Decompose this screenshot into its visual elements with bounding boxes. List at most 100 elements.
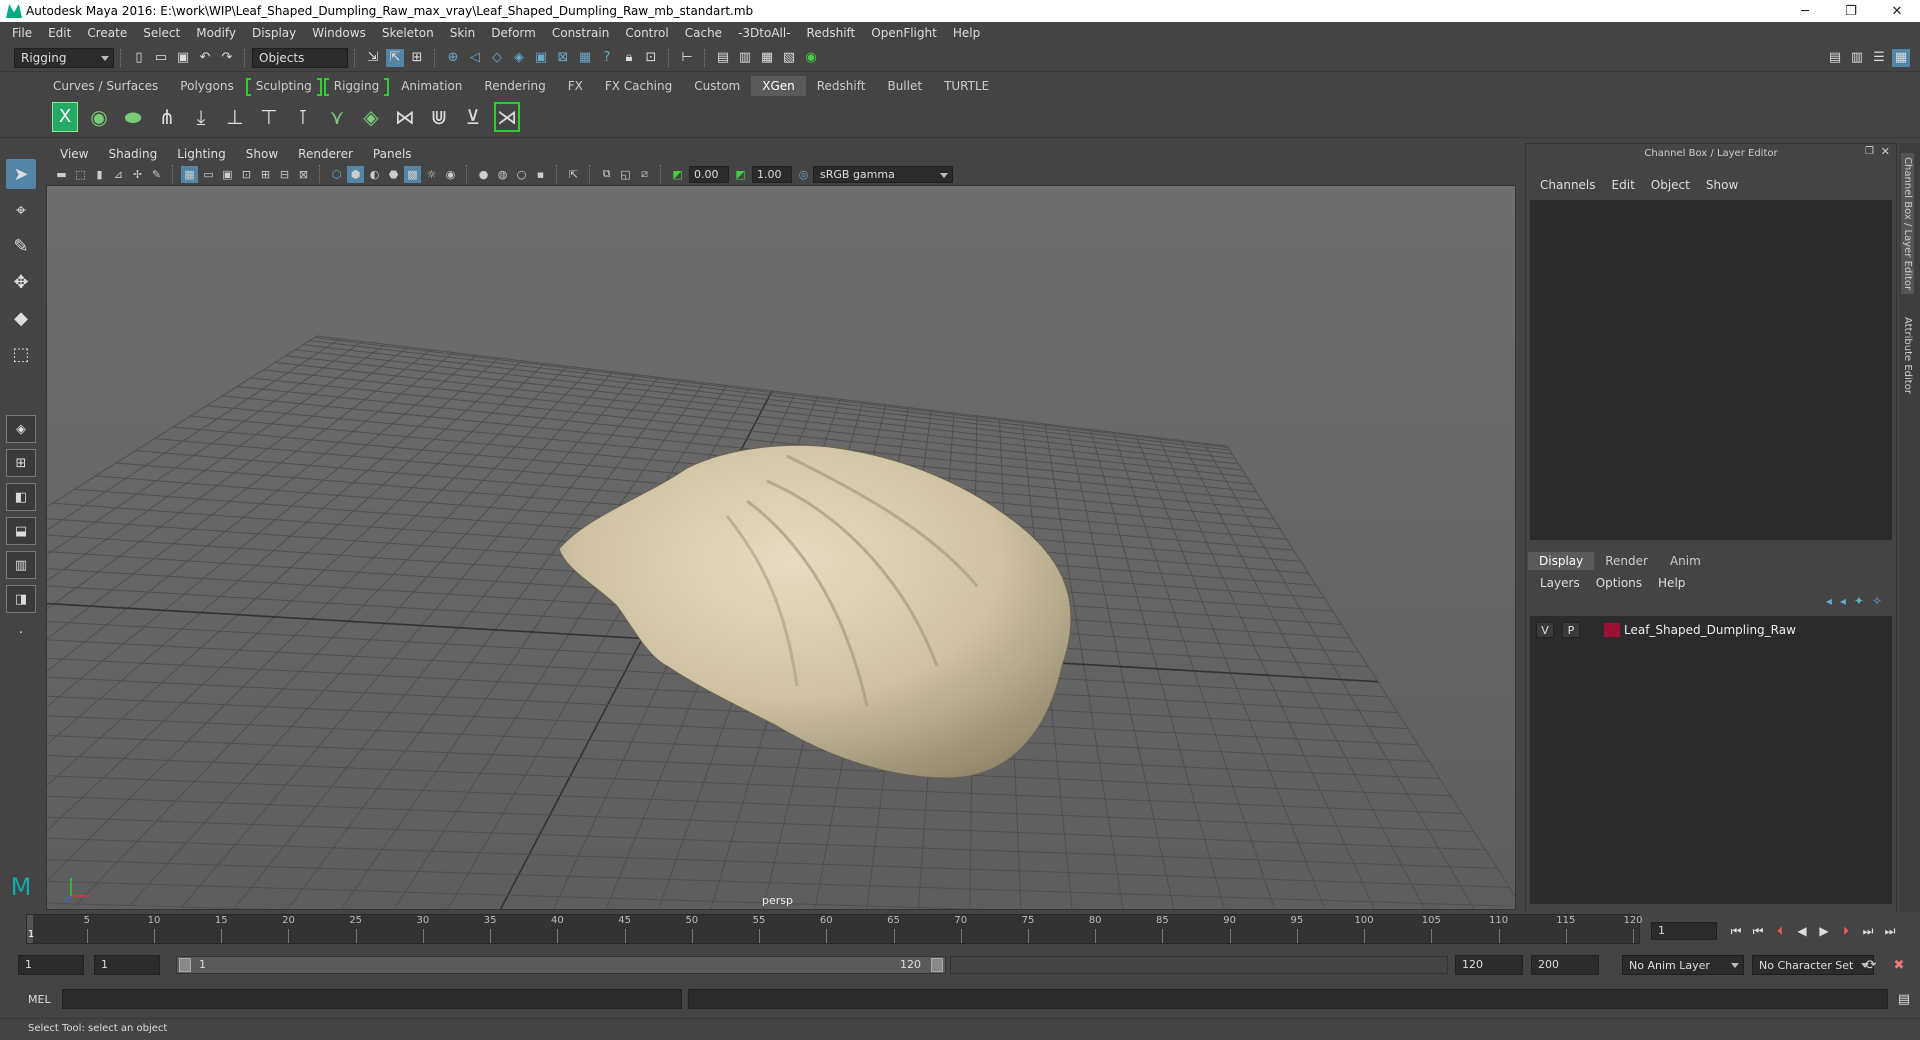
shelf-tab-bullet[interactable]: Bullet <box>876 76 933 96</box>
persp-outliner-layout-icon[interactable]: ◧ <box>6 483 36 511</box>
select-hierarchy-icon[interactable]: ⇲ <box>364 49 382 67</box>
play-forward-icon[interactable]: ▶ <box>1813 921 1835 941</box>
soft-select-icon[interactable]: ▦ <box>576 49 594 67</box>
layer-name[interactable]: Leaf_Shaped_Dumpling_Raw <box>1624 623 1796 637</box>
xgen-place-guide-icon[interactable]: ⊥ <box>222 102 248 132</box>
auto-key-icon[interactable]: ⟳ <box>1862 956 1880 974</box>
open-scene-icon[interactable]: ▭ <box>152 49 170 67</box>
animation-preferences-icon[interactable]: ✖ <box>1890 956 1908 974</box>
step-back-key-icon[interactable]: ⏮ <box>1747 921 1769 941</box>
undo-icon[interactable]: ↶ <box>196 49 214 67</box>
exposure-icon[interactable]: ◩ <box>669 166 686 183</box>
cb-menu-channels[interactable]: Channels <box>1532 178 1604 192</box>
command-input[interactable] <box>62 989 682 1009</box>
symmetry-icon[interactable]: ⊠ <box>554 49 572 67</box>
menu-create[interactable]: Create <box>79 26 135 40</box>
side-tab-attribute-editor[interactable]: Attribute Editor <box>1901 313 1914 398</box>
save-scene-icon[interactable]: ▣ <box>174 49 192 67</box>
layer-menu-layers[interactable]: Layers <box>1532 576 1588 590</box>
shelf-tab-redshift[interactable]: Redshift <box>806 76 877 96</box>
move-layer-up-icon[interactable]: ◂ <box>1826 594 1832 614</box>
channel-box-toggle-icon[interactable]: ▦ <box>1892 48 1910 67</box>
move-tool-icon[interactable]: ✥ <box>6 267 36 297</box>
exposure-field[interactable]: 0.00 <box>689 165 729 183</box>
time-ruler[interactable]: 1 5 10 15 20 25 30 35 40 45 50 55 60 65 70 75 80 85 90 95 1… <box>26 914 1643 944</box>
snap-view-plane-icon[interactable]: ◈ <box>510 49 528 67</box>
menu-modify[interactable]: Modify <box>188 26 244 40</box>
gamma-icon[interactable]: ◩ <box>732 166 749 183</box>
ipr-render-icon[interactable]: ▦ <box>758 49 776 67</box>
rotate-tool-icon[interactable]: ◆ <box>6 303 36 333</box>
shelf-tab-rendering[interactable]: Rendering <box>473 76 556 96</box>
wireframe-on-shaded-icon[interactable]: ◐ <box>366 166 383 183</box>
menu-skin[interactable]: Skin <box>442 26 484 40</box>
selection-mode-dropdown[interactable]: Objects <box>252 47 348 68</box>
layer-visibility-toggle[interactable]: V <box>1536 622 1554 638</box>
menu-3dtoall[interactable]: -3DtoAll- <box>730 26 798 40</box>
select-tool-icon[interactable]: ➤ <box>6 159 36 189</box>
menu-openflight[interactable]: OpenFlight <box>863 26 945 40</box>
xgen-add-guides-icon[interactable]: ⋔ <box>154 102 180 132</box>
shelf-tab-sculpting[interactable]: Sculpting <box>245 76 323 96</box>
float-panel-icon[interactable]: ❐ <box>1865 146 1874 157</box>
shelf-tab-curves-surfaces[interactable]: Curves / Surfaces <box>42 76 169 96</box>
menu-constrain[interactable]: Constrain <box>544 26 618 40</box>
xray-active-icon[interactable]: ◱ <box>617 166 634 183</box>
shelf-tab-fx[interactable]: FX <box>557 76 594 96</box>
range-end-handle[interactable] <box>931 958 943 972</box>
dumpling-model[interactable] <box>47 186 1516 910</box>
range-start-handle[interactable] <box>179 958 191 972</box>
depth-of-field-icon[interactable]: ▪ <box>532 166 549 183</box>
xgen-lock-guide-icon[interactable]: ⊺ <box>290 102 316 132</box>
anim-layer-dropdown[interactable]: No Anim Layer <box>1622 955 1744 975</box>
modeling-toolkit-icon[interactable]: ▤ <box>1826 49 1844 67</box>
channel-box-body[interactable] <box>1530 200 1892 540</box>
menu-deform[interactable]: Deform <box>483 26 544 40</box>
two-d-pan-icon[interactable]: ✢ <box>129 166 146 183</box>
shelf-tab-xgen[interactable]: XGen <box>751 76 806 96</box>
layer-tab-anim[interactable]: Anim <box>1659 552 1712 570</box>
xgen-sculpt-guide-icon[interactable]: ⊤ <box>256 102 282 132</box>
help-question-icon[interactable]: ? <box>598 49 616 67</box>
layer-menu-help[interactable]: Help <box>1650 576 1693 590</box>
xgen-comb-icon[interactable]: ⋓ <box>426 102 452 132</box>
animation-start-field[interactable]: 1 <box>18 955 84 975</box>
render-settings-icon[interactable]: ▧ <box>780 49 798 67</box>
layer-tab-render[interactable]: Render <box>1594 552 1659 570</box>
smooth-shade-icon[interactable]: ⬢ <box>347 165 364 183</box>
panel-menu-shading[interactable]: Shading <box>98 147 167 161</box>
menu-file[interactable]: File <box>4 26 40 40</box>
xray-icon[interactable]: ⬣ <box>385 166 402 183</box>
xgen-clump-icon[interactable]: ⊻ <box>460 102 486 132</box>
close-panel-icon[interactable]: ✕ <box>1881 145 1890 158</box>
snap-grid-icon[interactable]: ⊕ <box>444 49 462 67</box>
shelf-tab-custom[interactable]: Custom <box>683 76 751 96</box>
menu-edit[interactable]: Edit <box>40 26 79 40</box>
image-plane-icon[interactable]: ⊿ <box>110 166 127 183</box>
screen-space-ao-icon[interactable]: ● <box>475 166 492 183</box>
panel-menu-lighting[interactable]: Lighting <box>167 147 236 161</box>
isolate-select-icon[interactable]: ⇱ <box>565 166 582 183</box>
menu-control[interactable]: Control <box>617 26 676 40</box>
motion-blur-icon[interactable]: ◍ <box>494 166 511 183</box>
move-layer-down-icon[interactable]: ◂ <box>1840 594 1846 614</box>
render-current-icon[interactable]: ▥ <box>736 49 754 67</box>
step-forward-key-icon[interactable]: ⏭ <box>1857 921 1879 941</box>
persp-graph-layout-icon[interactable]: ⬓ <box>6 517 36 545</box>
cb-menu-show[interactable]: Show <box>1698 178 1746 192</box>
scale-tool-icon[interactable]: ⬚ <box>6 339 36 369</box>
xgen-collection-icon[interactable]: ⬬ <box>120 102 146 132</box>
panel-menu-panels[interactable]: Panels <box>363 147 422 161</box>
grease-pencil-icon[interactable]: ✎ <box>148 166 165 183</box>
anti-aliasing-icon[interactable]: ○ <box>513 166 530 183</box>
resolution-gate-icon[interactable]: ▣ <box>219 166 236 183</box>
lasso-tool-icon[interactable]: ⌖ <box>6 195 36 225</box>
layer-row[interactable]: V P Leaf_Shaped_Dumpling_Raw <box>1530 620 1892 640</box>
shelf-tab-animation[interactable]: Animation <box>390 76 473 96</box>
menu-windows[interactable]: Windows <box>304 26 374 40</box>
tool-settings-icon[interactable]: ☰ <box>1870 49 1888 67</box>
xgen-groom-icon[interactable]: ⋎ <box>324 102 350 132</box>
layer-menu-options[interactable]: Options <box>1588 576 1650 590</box>
close-button[interactable]: ✕ <box>1874 0 1920 22</box>
use-all-lights-icon[interactable]: ☼ <box>423 166 440 183</box>
